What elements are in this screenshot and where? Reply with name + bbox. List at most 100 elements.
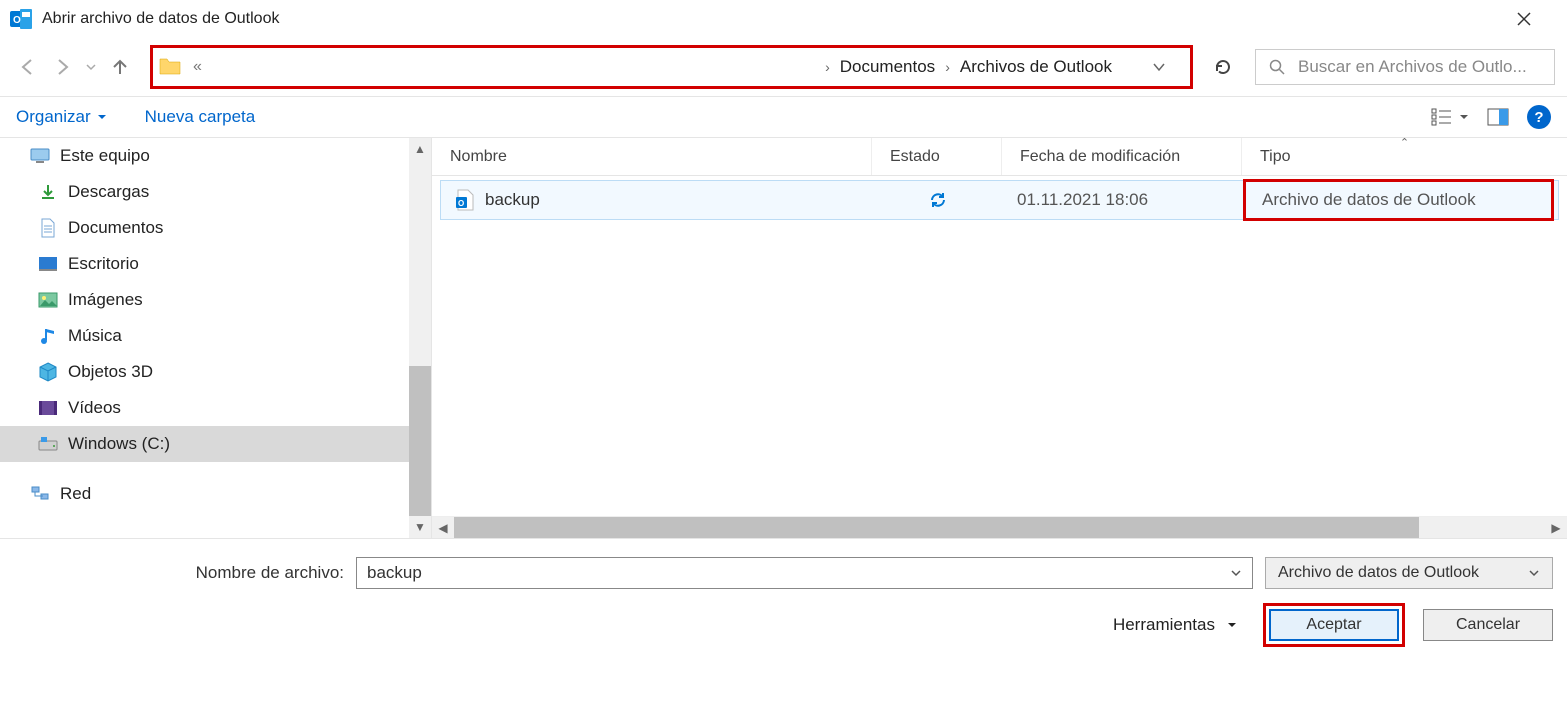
tree-drive-c[interactable]: Windows (C:) [0, 426, 431, 462]
toolbar: Organizar Nueva carpeta ? [0, 96, 1567, 138]
view-menu[interactable] [1431, 108, 1469, 126]
tree-music[interactable]: Música [0, 318, 431, 354]
scroll-thumb[interactable] [454, 517, 1419, 538]
filename-dropdown-icon[interactable] [1230, 567, 1242, 579]
list-view-icon [1431, 108, 1453, 126]
tree-documents[interactable]: Documentos [0, 210, 431, 246]
music-icon [38, 326, 58, 346]
cancel-button[interactable]: Cancelar [1423, 609, 1553, 641]
breadcrumb-archivos-outlook[interactable]: Archivos de Outlook [950, 57, 1122, 77]
refresh-button[interactable] [1205, 49, 1241, 85]
tree-desktop[interactable]: Escritorio [0, 246, 431, 282]
scroll-right-icon[interactable]: ▶ [1545, 517, 1567, 538]
navigation-tree: Este equipo Descargas Documentos Escrito… [0, 138, 432, 538]
file-type-filter[interactable]: Archivo de datos de Outlook [1265, 557, 1553, 589]
tools-menu[interactable]: Herramientas [1113, 615, 1237, 635]
close-button[interactable] [1517, 12, 1557, 26]
tree-label: Windows (C:) [68, 434, 170, 454]
organize-label: Organizar [16, 107, 91, 127]
svg-text:O: O [13, 15, 21, 26]
organize-menu[interactable]: Organizar [16, 107, 107, 127]
up-button[interactable] [106, 51, 134, 83]
desktop-icon [38, 254, 58, 274]
column-type[interactable]: ⌃ Tipo [1242, 138, 1567, 175]
file-row[interactable]: O backup 01.11.2021 18:06 Archivo de dat… [440, 180, 1559, 220]
sort-ascending-icon: ⌃ [1400, 136, 1409, 149]
filename-value: backup [367, 563, 422, 583]
scroll-up-icon[interactable]: ▲ [409, 138, 431, 160]
tree-label: Vídeos [68, 398, 121, 418]
documents-icon [38, 218, 58, 238]
tree-downloads[interactable]: Descargas [0, 174, 431, 210]
new-folder-label: Nueva carpeta [145, 107, 256, 127]
accept-highlight: Aceptar [1263, 603, 1405, 647]
pictures-icon [38, 290, 58, 310]
file-list: Nombre Estado Fecha de modificación ⌃ Ti… [432, 138, 1567, 538]
tree-3d-objects[interactable]: Objetos 3D [0, 354, 431, 390]
new-folder-button[interactable]: Nueva carpeta [145, 107, 256, 127]
scroll-down-icon[interactable]: ▼ [409, 516, 431, 538]
tree-label: Descargas [68, 182, 149, 202]
tree-label: Música [68, 326, 122, 346]
column-state[interactable]: Estado [872, 138, 1002, 175]
chevron-down-icon [1227, 620, 1237, 630]
address-history-dropdown[interactable] [1122, 60, 1184, 74]
breadcrumb-overflow-icon[interactable]: « [193, 58, 199, 76]
tree-videos[interactable]: Vídeos [0, 390, 431, 426]
bottom-panel: Nombre de archivo: backup Archivo de dat… [0, 538, 1567, 659]
tree-label: Escritorio [68, 254, 139, 274]
column-name[interactable]: Nombre [432, 138, 872, 175]
search-input[interactable]: Buscar en Archivos de Outlo... [1255, 49, 1555, 85]
preview-pane-icon [1487, 108, 1509, 126]
filename-input[interactable]: backup [356, 557, 1253, 589]
tools-label: Herramientas [1113, 615, 1215, 635]
filter-label: Archivo de datos de Outlook [1278, 564, 1479, 582]
scroll-left-icon[interactable]: ◀ [432, 517, 454, 538]
sync-icon [928, 190, 948, 210]
network-icon [30, 484, 50, 504]
forward-button[interactable] [48, 51, 76, 83]
videos-icon [38, 398, 58, 418]
breadcrumb-documentos[interactable]: Documentos [830, 57, 945, 77]
back-button[interactable] [14, 51, 42, 83]
window-title: Abrir archivo de datos de Outlook [42, 10, 1517, 28]
help-button[interactable]: ? [1527, 105, 1551, 129]
preview-pane-button[interactable] [1487, 108, 1509, 126]
objects-3d-icon [38, 362, 58, 382]
file-name-cell: O backup [441, 189, 873, 211]
file-state-cell [873, 190, 1003, 210]
tree-label: Imágenes [68, 290, 143, 310]
computer-icon [30, 146, 50, 166]
scroll-thumb[interactable] [409, 366, 431, 516]
column-headers: Nombre Estado Fecha de modificación ⌃ Ti… [432, 138, 1567, 176]
file-date-cell: 01.11.2021 18:06 [1003, 190, 1243, 210]
address-bar[interactable]: « › Documentos › Archivos de Outlook [150, 45, 1193, 89]
chevron-down-icon [1459, 112, 1469, 122]
column-date[interactable]: Fecha de modificación [1002, 138, 1242, 175]
recent-locations-dropdown[interactable] [82, 51, 100, 83]
tree-label: Documentos [68, 218, 163, 238]
tree-network[interactable]: Red [0, 476, 431, 512]
tree-label: Este equipo [60, 146, 150, 166]
tree-label: Red [60, 484, 91, 504]
search-placeholder: Buscar en Archivos de Outlo... [1298, 57, 1527, 77]
downloads-icon [38, 182, 58, 202]
tree-label: Objetos 3D [68, 362, 153, 382]
file-name: backup [485, 190, 540, 210]
horizontal-scrollbar[interactable]: ◀ ▶ [432, 516, 1567, 538]
tree-this-pc[interactable]: Este equipo [0, 138, 431, 174]
body-area: Este equipo Descargas Documentos Escrito… [0, 138, 1567, 538]
filter-dropdown-icon [1528, 567, 1540, 579]
accept-button[interactable]: Aceptar [1269, 609, 1399, 641]
outlook-app-icon: O [10, 8, 32, 30]
search-icon [1268, 58, 1286, 76]
outlook-data-file-icon: O [455, 189, 475, 211]
file-type-cell: Archivo de datos de Outlook [1243, 179, 1558, 221]
tree-scrollbar[interactable]: ▲ ▼ [409, 138, 431, 538]
svg-text:O: O [458, 199, 464, 208]
title-bar: O Abrir archivo de datos de Outlook [0, 0, 1567, 38]
drive-icon [38, 434, 58, 454]
navigation-row: « › Documentos › Archivos de Outlook Bus… [0, 38, 1567, 96]
filename-label: Nombre de archivo: [14, 563, 344, 583]
tree-pictures[interactable]: Imágenes [0, 282, 431, 318]
